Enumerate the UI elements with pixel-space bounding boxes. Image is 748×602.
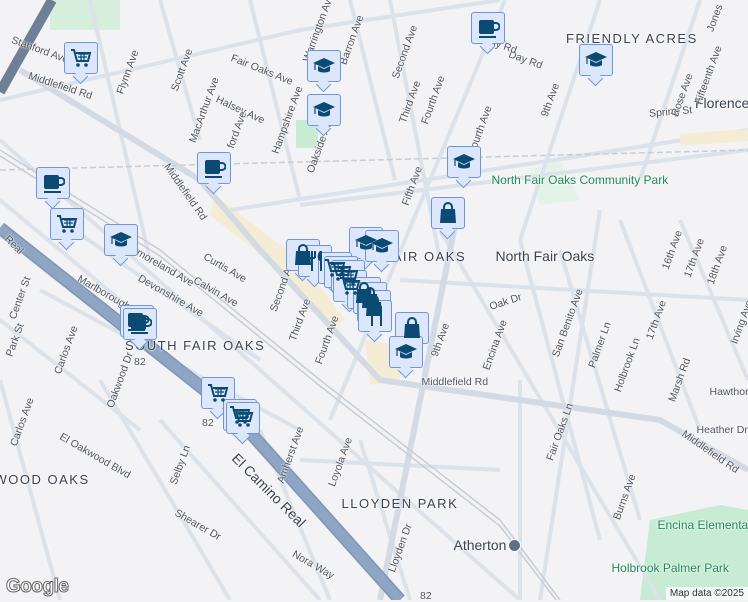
street-label: 82 xyxy=(420,590,432,602)
train-station-icon[interactable] xyxy=(508,539,521,552)
street-label: Heather Dr xyxy=(697,424,748,436)
map-marker-coffee[interactable] xyxy=(36,167,70,199)
park-label: Holbrook Palmer Park xyxy=(612,561,729,575)
street-label: 82 xyxy=(202,417,214,429)
map-marker-coffee[interactable] xyxy=(123,308,157,340)
street-label: 82 xyxy=(134,356,146,368)
place-label: LLOYDEN PARK xyxy=(342,496,459,511)
map-marker-education[interactable] xyxy=(365,230,399,262)
map-marker-coffee[interactable] xyxy=(471,12,505,44)
place-label: Atherton xyxy=(454,537,522,554)
cart-icon xyxy=(206,381,230,405)
map-attribution[interactable]: Map data ©2025 xyxy=(666,587,748,600)
map-marker-restaurant[interactable] xyxy=(358,300,392,332)
park-label: Encina Elementary Sch xyxy=(658,518,748,532)
street-label: Middlefield Rd xyxy=(422,376,489,388)
park-area xyxy=(50,0,120,30)
place-label: WOOD OAKS xyxy=(0,472,90,487)
coffee-icon xyxy=(202,156,226,180)
map-marker-education[interactable] xyxy=(307,50,341,82)
cart-icon xyxy=(231,406,255,430)
google-logo: Google xyxy=(6,576,68,598)
education-icon xyxy=(394,340,418,364)
education-icon xyxy=(370,234,394,258)
map-marker-education[interactable] xyxy=(389,336,423,368)
bag-icon xyxy=(436,201,460,225)
education-icon xyxy=(452,150,476,174)
education-icon xyxy=(312,98,336,122)
map-marker-cart[interactable] xyxy=(50,208,84,240)
coffee-icon xyxy=(128,312,152,336)
map-marker-cart[interactable] xyxy=(64,42,98,74)
street-label: Hawthorn xyxy=(710,386,748,398)
education-icon xyxy=(312,54,336,78)
cart-icon xyxy=(69,46,93,70)
restaurant-icon xyxy=(363,304,387,328)
map-marker-bag[interactable] xyxy=(431,197,465,229)
map-marker-cart[interactable] xyxy=(226,402,260,434)
map-marker-coffee[interactable] xyxy=(197,152,231,184)
map-marker-education[interactable] xyxy=(579,44,613,76)
coffee-icon xyxy=(41,171,65,195)
cart-icon xyxy=(55,212,79,236)
map-marker-education[interactable] xyxy=(104,224,138,256)
map-marker-education[interactable] xyxy=(307,94,341,126)
map-marker-education[interactable] xyxy=(447,146,481,178)
coffee-icon xyxy=(476,16,500,40)
bag-icon xyxy=(400,316,424,340)
place-label: North Fair Oaks xyxy=(496,248,595,265)
education-icon xyxy=(584,48,608,72)
education-icon xyxy=(109,228,133,252)
park-label: North Fair Oaks Community Park xyxy=(492,173,669,187)
